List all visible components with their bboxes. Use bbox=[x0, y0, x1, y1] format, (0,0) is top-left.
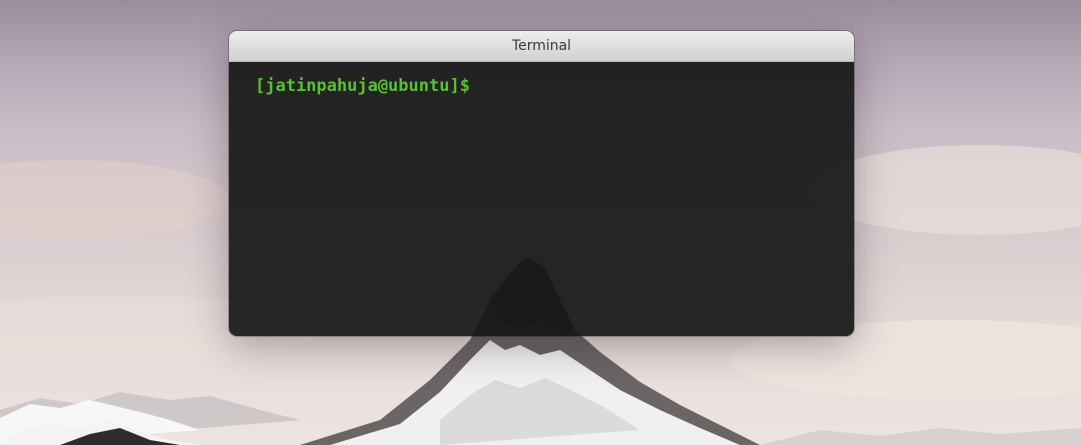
terminal-prompt: [jatinpahuja@ubuntu]$ bbox=[255, 76, 470, 96]
terminal-area[interactable]: [jatinpahuja@ubuntu]$ bbox=[229, 62, 854, 336]
terminal-prompt-line: [jatinpahuja@ubuntu]$ bbox=[255, 74, 854, 98]
window-title: Terminal bbox=[511, 38, 572, 54]
window-titlebar[interactable]: Terminal bbox=[229, 31, 854, 62]
terminal-window[interactable]: Terminal [jatinpahuja@ubuntu]$ bbox=[229, 31, 854, 336]
